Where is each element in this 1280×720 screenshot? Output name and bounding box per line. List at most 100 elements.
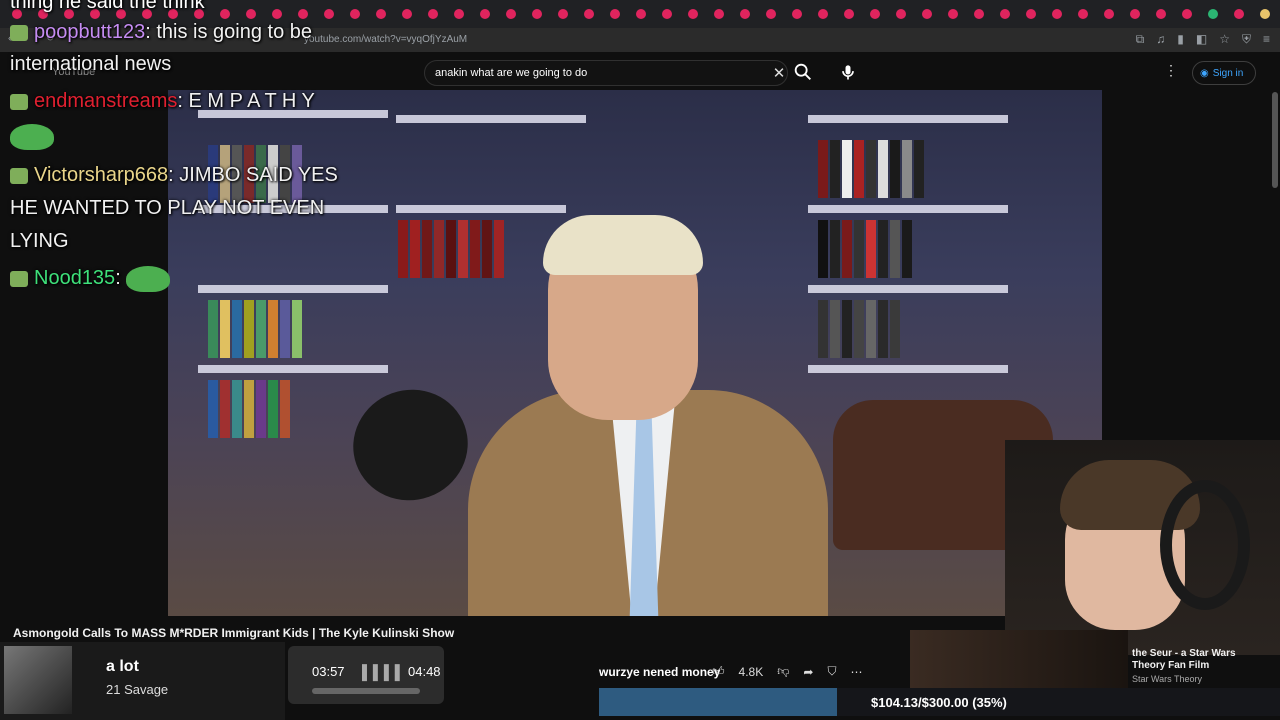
like-icon[interactable]: 👍︎ xyxy=(712,664,725,679)
tab[interactable] xyxy=(1130,9,1140,19)
sign-in-button[interactable]: ◉ Sign in xyxy=(1192,61,1256,85)
books xyxy=(818,140,924,198)
bookshelf xyxy=(808,285,1008,293)
total-time: 04:48 xyxy=(408,664,441,679)
video-title: Asmongold Calls To MASS M*RDER Immigrant… xyxy=(13,626,455,640)
search-icon[interactable] xyxy=(792,61,814,83)
album-art xyxy=(4,646,72,714)
tab[interactable] xyxy=(350,9,360,19)
search-box[interactable]: anakin what are we going to do ✕ xyxy=(424,60,788,86)
bookmark-star-icon[interactable]: ☆ xyxy=(1219,32,1230,47)
more-actions-icon[interactable]: ⋯ xyxy=(851,665,863,679)
tab[interactable] xyxy=(870,9,880,19)
chat-message xyxy=(10,120,54,153)
tab[interactable] xyxy=(558,9,568,19)
books xyxy=(208,380,290,438)
tab[interactable] xyxy=(1078,9,1088,19)
chat-message: poopbutt123: this is going to be xyxy=(10,16,312,49)
chat-badge-icon xyxy=(10,93,28,110)
tab[interactable] xyxy=(1182,9,1192,19)
tab[interactable] xyxy=(454,9,464,19)
tab[interactable] xyxy=(532,9,542,19)
donation-goal-fill xyxy=(599,688,837,716)
headphones xyxy=(1160,480,1250,610)
tab[interactable] xyxy=(376,9,386,19)
recommended-video-channel[interactable]: Star Wars Theory xyxy=(1132,674,1202,684)
chat-badge-icon xyxy=(10,270,28,287)
tab[interactable] xyxy=(1156,9,1166,19)
extension-icons: ⧉ ♫ ▮ ◧ ☆ ⛨ ≡ xyxy=(1136,32,1270,47)
bookshelf xyxy=(396,205,566,213)
menu-icon[interactable]: ≡ xyxy=(1263,32,1270,47)
playback-time: 03:57 ▌▌▌▌ 04:48 xyxy=(288,646,444,704)
tab[interactable] xyxy=(688,9,698,19)
tab[interactable] xyxy=(324,9,334,19)
tab[interactable] xyxy=(818,9,828,19)
tab[interactable] xyxy=(740,9,750,19)
bookshelf xyxy=(198,365,388,373)
track-title: a lot xyxy=(106,658,139,675)
tab[interactable] xyxy=(1052,9,1062,19)
tab[interactable] xyxy=(896,9,906,19)
video-actions: 👍︎ 4.8K 👎︎ ➦ ⛉ ⋯ xyxy=(712,664,863,679)
address-bar[interactable]: youtube.com/watch?v=vyqOfjYzAuM xyxy=(304,34,467,45)
microphone-icon[interactable] xyxy=(838,61,858,83)
tab[interactable] xyxy=(714,9,724,19)
shield-icon[interactable]: ⛨ xyxy=(1242,32,1251,47)
wallet-icon[interactable]: ◧ xyxy=(1196,32,1207,47)
books xyxy=(398,220,504,278)
pepe-emote-icon xyxy=(126,265,171,292)
tab[interactable] xyxy=(1000,9,1010,19)
recommended-video-thumbnail[interactable] xyxy=(910,630,1128,690)
chat-line: HE WANTED TO PLAY NOT EVEN xyxy=(10,197,325,219)
chat-badge-icon xyxy=(10,24,28,41)
bookshelf xyxy=(198,285,388,293)
tab[interactable] xyxy=(1208,9,1218,19)
tab[interactable] xyxy=(922,9,932,19)
chat-username: Victorsharp668 xyxy=(34,164,169,186)
music-icon[interactable]: ♫ xyxy=(1156,32,1165,47)
donation-goal-bar: $104.13/$300.00 (35%) xyxy=(599,688,1280,716)
tab[interactable] xyxy=(506,9,516,19)
chat-message: Nood135: xyxy=(10,262,171,295)
streamer-webcam xyxy=(1005,440,1280,655)
tab[interactable] xyxy=(662,9,672,19)
tab[interactable] xyxy=(766,9,776,19)
tab[interactable] xyxy=(1260,9,1270,19)
tab[interactable] xyxy=(792,9,802,19)
tab[interactable] xyxy=(948,9,958,19)
now-playing-widget: a lot 21 Savage xyxy=(0,642,285,720)
playback-progress xyxy=(312,688,420,694)
chat-username: poopbutt123 xyxy=(34,21,146,43)
tab[interactable] xyxy=(1234,9,1244,19)
share-icon[interactable]: ➦ xyxy=(803,665,813,679)
bookshelf xyxy=(808,205,1008,213)
sidebar-icon[interactable]: ▮ xyxy=(1177,32,1184,47)
tab[interactable] xyxy=(428,9,438,19)
save-icon[interactable]: ⛉ xyxy=(827,664,836,679)
extensions-icon[interactable]: ⧉ xyxy=(1136,32,1145,47)
chat-text: this is going to be xyxy=(156,21,313,43)
tab[interactable] xyxy=(636,9,646,19)
tab[interactable] xyxy=(480,9,490,19)
more-options-icon[interactable]: ⋮ xyxy=(1164,62,1178,79)
bookshelf xyxy=(808,365,1008,373)
recommended-video-title[interactable]: the Seur - a Star Wars Theory Fan Film xyxy=(1132,648,1262,672)
tab[interactable] xyxy=(584,9,594,19)
books xyxy=(818,300,900,358)
dislike-icon[interactable]: 👎︎ xyxy=(777,664,789,679)
like-count[interactable]: 4.8K xyxy=(739,665,764,679)
page-scrollbar[interactable] xyxy=(1272,92,1278,188)
tab[interactable] xyxy=(610,9,620,19)
donation-message: wurzye nened money xyxy=(599,665,721,679)
tab[interactable] xyxy=(974,9,984,19)
tab[interactable] xyxy=(844,9,854,19)
search-input[interactable]: anakin what are we going to do xyxy=(435,67,587,79)
audio-wave-icon: ▌▌▌▌ xyxy=(362,664,406,680)
tab[interactable] xyxy=(1026,9,1036,19)
clear-search-icon[interactable]: ✕ xyxy=(769,64,789,84)
chat-message: endmanstreams: E M P A T H Y xyxy=(10,85,315,118)
tab[interactable] xyxy=(402,9,412,19)
tab[interactable] xyxy=(1104,9,1114,19)
microphone xyxy=(337,373,484,517)
